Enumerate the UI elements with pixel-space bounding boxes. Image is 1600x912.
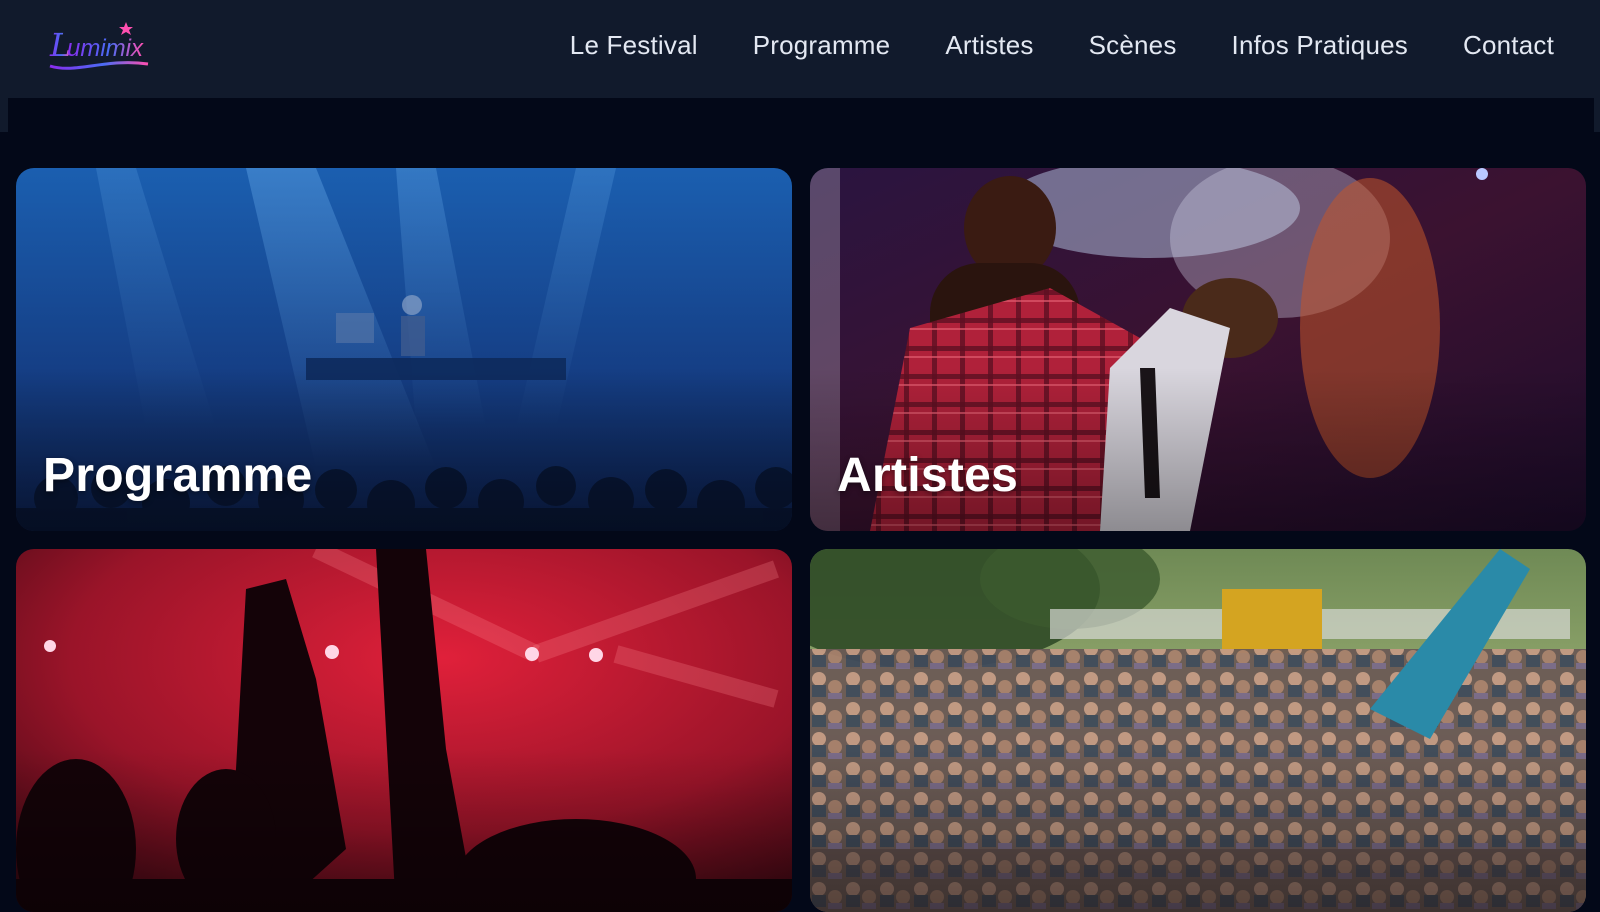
main-nav: Le Festival Programme Artistes Scènes In…: [570, 0, 1554, 90]
lumimix-logo[interactable]: L umimix: [46, 18, 156, 78]
card-scenes[interactable]: [16, 549, 792, 912]
nav-contact[interactable]: Contact: [1463, 30, 1554, 61]
nav-infos-pratiques[interactable]: Infos Pratiques: [1232, 30, 1408, 61]
card-title-artistes: Artistes: [837, 449, 1019, 502]
svg-text:umimix: umimix: [67, 35, 144, 62]
header-edge-left: [0, 98, 8, 132]
card-infos-pratiques[interactable]: [810, 549, 1586, 912]
card-artistes[interactable]: Artistes: [810, 168, 1586, 531]
nav-le-festival[interactable]: Le Festival: [570, 30, 698, 61]
header-edge-right: [1594, 98, 1600, 132]
card-title-programme: Programme: [43, 449, 313, 502]
site-header: L umimix Le Festival Programme Artistes …: [0, 0, 1600, 98]
nav-programme[interactable]: Programme: [753, 30, 891, 61]
nav-scenes[interactable]: Scènes: [1089, 30, 1177, 61]
nav-artistes[interactable]: Artistes: [945, 30, 1033, 61]
card-programme[interactable]: Programme: [16, 168, 792, 531]
